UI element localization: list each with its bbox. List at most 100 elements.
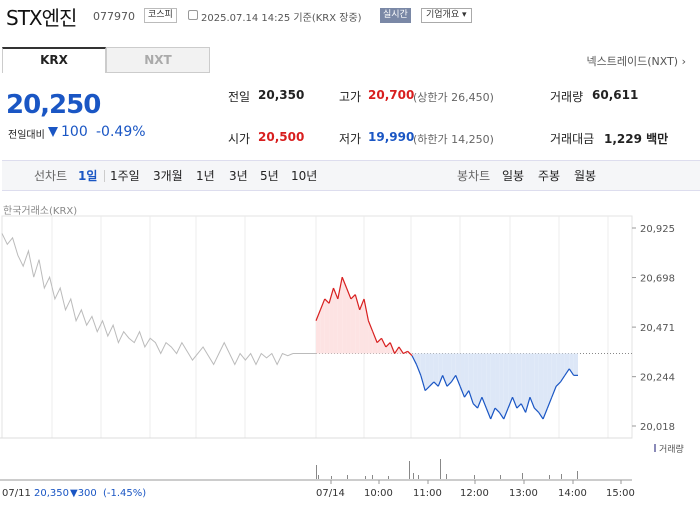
volume-bar (418, 475, 419, 479)
volume-legend-label: 거래량 (659, 443, 684, 455)
x-tick-label: 14:00 (558, 488, 587, 499)
y-tick-label: 20,471 (640, 323, 675, 334)
nextrade-link[interactable]: 넥스트레이드(NXT) › (587, 53, 687, 69)
low-value: 19,990 (368, 130, 415, 144)
datetime-text: 2025.07.14 14:25 기준(KRX 장중) (201, 13, 362, 24)
realtime-badge: 실시간 (380, 8, 411, 23)
volume-bar (413, 473, 414, 479)
change-rate: -0.49% (96, 124, 146, 140)
down-triangle-icon (48, 127, 58, 137)
x-tick-label: 07/14 (316, 488, 345, 499)
up-area (372, 331, 378, 354)
volume-bar (388, 476, 389, 479)
market-badge: 코스피 (144, 8, 177, 23)
open-label: 시가 (228, 132, 251, 146)
volume-bar (372, 475, 373, 479)
footer-close: 20,350 (34, 488, 69, 499)
footer-rate: (-1.45%) (103, 488, 146, 499)
price-chart[interactable]: 20,925 20,698 20,471 20,244 20,018 거래량 07/14 10… (0, 210, 700, 505)
y-tick-label: 20,018 (640, 422, 675, 433)
down-area (473, 353, 478, 409)
change-label: 전일대비 (8, 130, 45, 141)
down-area (495, 353, 500, 413)
footer-change: ▼300 (70, 488, 97, 499)
down-area (429, 353, 434, 387)
y-tick-label: 20,244 (640, 373, 675, 384)
volume-bar (365, 476, 366, 479)
volume-bar (474, 475, 475, 479)
volume-bar (440, 459, 441, 479)
period-5y[interactable]: 5년 (260, 167, 279, 184)
candle-chart-label: 봉차트 (457, 169, 491, 183)
nextrade-label: 넥스트레이드(NXT) (586, 55, 682, 68)
x-tick-label: 11:00 (413, 488, 442, 499)
prev-close-label: 전일 (228, 90, 251, 104)
open-value: 20,500 (258, 130, 305, 144)
volume-label: 거래량 (550, 90, 584, 104)
y-tick-label: 20,925 (640, 224, 675, 235)
volume-legend-swatch (654, 444, 656, 452)
down-area (573, 353, 578, 376)
period-1y[interactable]: 1년 (196, 167, 215, 184)
down-area (425, 353, 430, 391)
x-tick-label: 12:00 (460, 488, 489, 499)
volume-bar (316, 465, 317, 479)
stock-code: 077970 (93, 10, 135, 23)
high-label: 고가 (339, 90, 362, 104)
volume-value: 60,611 (592, 88, 639, 102)
chart-period-bar: 선차트 1일 1주일 3개월 1년 3년 5년 10년 봉차트 일봉 주봉 월봉 (2, 160, 700, 191)
lower-limit: (하한가 14,250) (413, 133, 494, 146)
down-area (521, 353, 526, 413)
volume-bar (561, 474, 562, 479)
low-label: 저가 (339, 132, 362, 146)
candle-monthly[interactable]: 월봉 (574, 167, 596, 184)
volume-bar (409, 461, 410, 479)
current-price: 20,250 (6, 90, 101, 120)
amount-label: 거래대금 (550, 132, 595, 146)
candle-daily[interactable]: 일봉 (502, 167, 524, 184)
company-overview-button[interactable]: 기업개요 ▾ (421, 8, 472, 23)
period-1d[interactable]: 1일 (78, 167, 97, 184)
amount-value: 1,229 백만 (604, 132, 669, 146)
down-area (556, 353, 561, 387)
high-value: 20,700 (368, 88, 415, 102)
clock-icon (188, 10, 198, 20)
prev-close-value: 20,350 (258, 88, 305, 102)
down-area (433, 353, 439, 387)
change-value: 100 (61, 124, 88, 140)
down-area (538, 353, 544, 420)
volume-bar (347, 475, 348, 479)
down-area (447, 353, 452, 387)
period-3y[interactable]: 3년 (229, 167, 248, 184)
chevron-right-icon: › (681, 55, 686, 68)
candle-weekly[interactable]: 주봉 (538, 167, 560, 184)
volume-bar (577, 471, 578, 479)
tab-nxt[interactable]: NXT (106, 47, 210, 73)
down-area (516, 353, 522, 409)
period-3m[interactable]: 3개월 (153, 167, 183, 184)
footer-date: 07/11 (2, 488, 31, 499)
upper-limit: (상한가 26,450) (413, 91, 494, 104)
line-chart-label: 선차트 (34, 169, 68, 183)
volume-bar (446, 474, 447, 479)
x-tick-label: 13:00 (509, 488, 538, 499)
x-tick-label: 15:00 (606, 488, 635, 499)
volume-bar (331, 476, 332, 479)
y-tick-label: 20,698 (640, 274, 675, 285)
volume-bar (500, 475, 501, 479)
period-1w[interactable]: 1주일 (110, 167, 140, 184)
down-area (416, 353, 421, 376)
stock-name: STX엔진 (6, 6, 77, 30)
tab-krx[interactable]: KRX (2, 47, 106, 73)
up-area (342, 277, 347, 354)
volume-bar (522, 473, 523, 479)
prev-day-line (1, 233, 294, 366)
down-area (534, 353, 539, 413)
up-area (350, 294, 356, 354)
x-tick-label: 10:00 (364, 488, 393, 499)
volume-bar (318, 475, 319, 479)
up-area (324, 298, 330, 354)
down-area (499, 353, 504, 420)
volume-bar (549, 475, 550, 479)
period-10y[interactable]: 10년 (291, 167, 317, 184)
